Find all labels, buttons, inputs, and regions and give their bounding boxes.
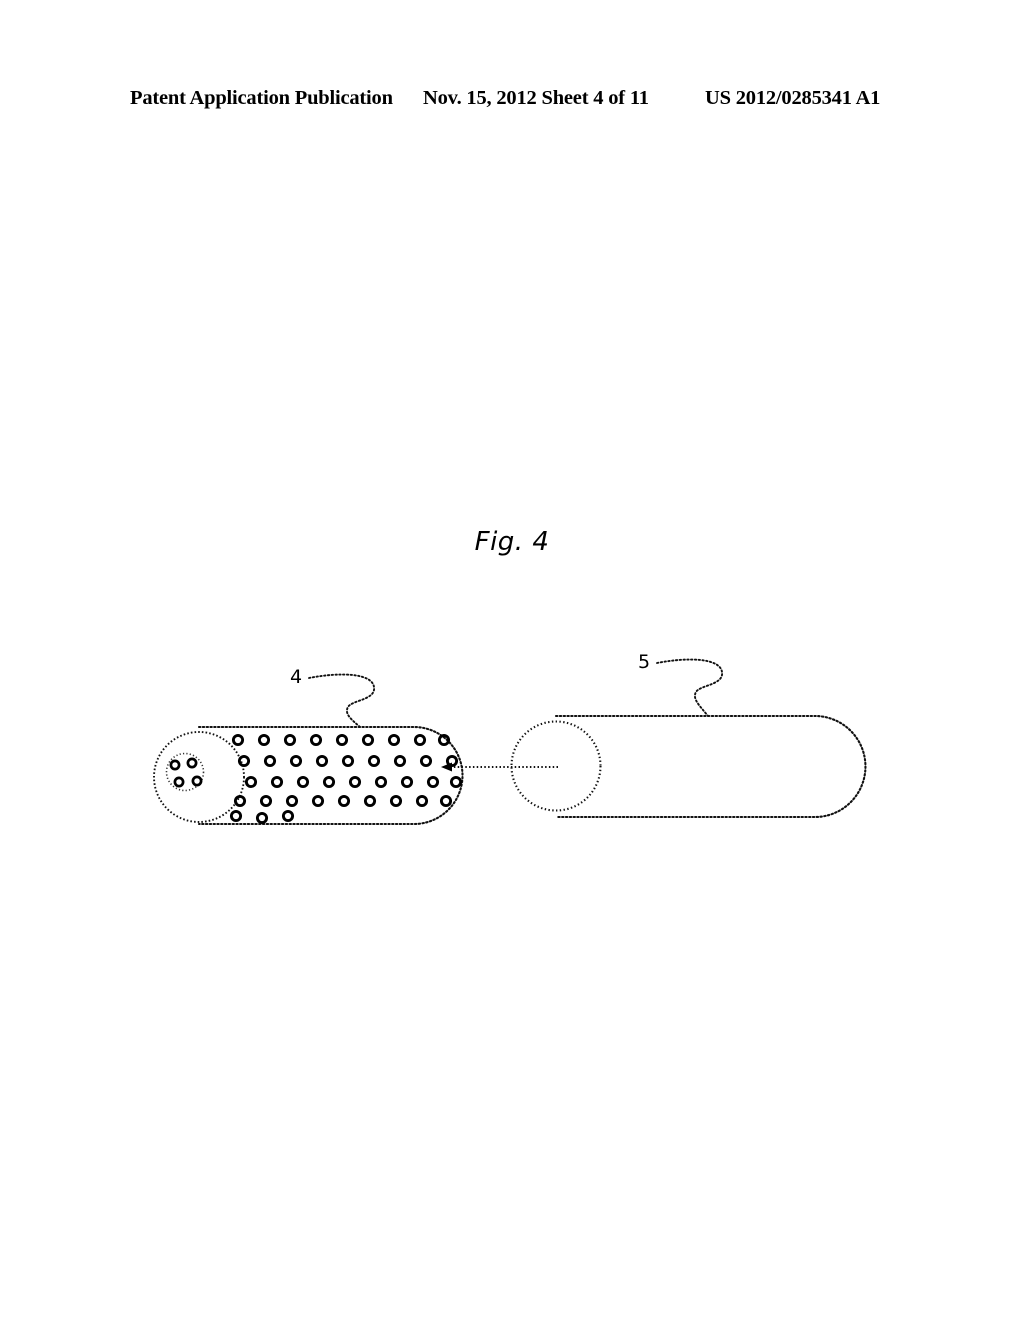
leader-line-5 [656, 658, 723, 717]
plain-cylinder [510, 714, 867, 819]
plain-cylinder-end-face [510, 720, 602, 812]
reference-numeral-5: 5 [638, 651, 651, 673]
perforation-rings [229, 733, 463, 825]
plain-cylinder-body-outline [554, 714, 867, 819]
leader-line-4 [308, 673, 375, 728]
patent-drawing-page: Patent Application Publication Nov. 15, … [0, 0, 1024, 1320]
figure-4-drawing [153, 658, 867, 826]
figure-drawing-area: 4 5 [0, 0, 1024, 1320]
perforated-cylinder [153, 725, 464, 826]
direction-arrow [441, 762, 558, 772]
reference-numeral-4: 4 [290, 666, 303, 688]
